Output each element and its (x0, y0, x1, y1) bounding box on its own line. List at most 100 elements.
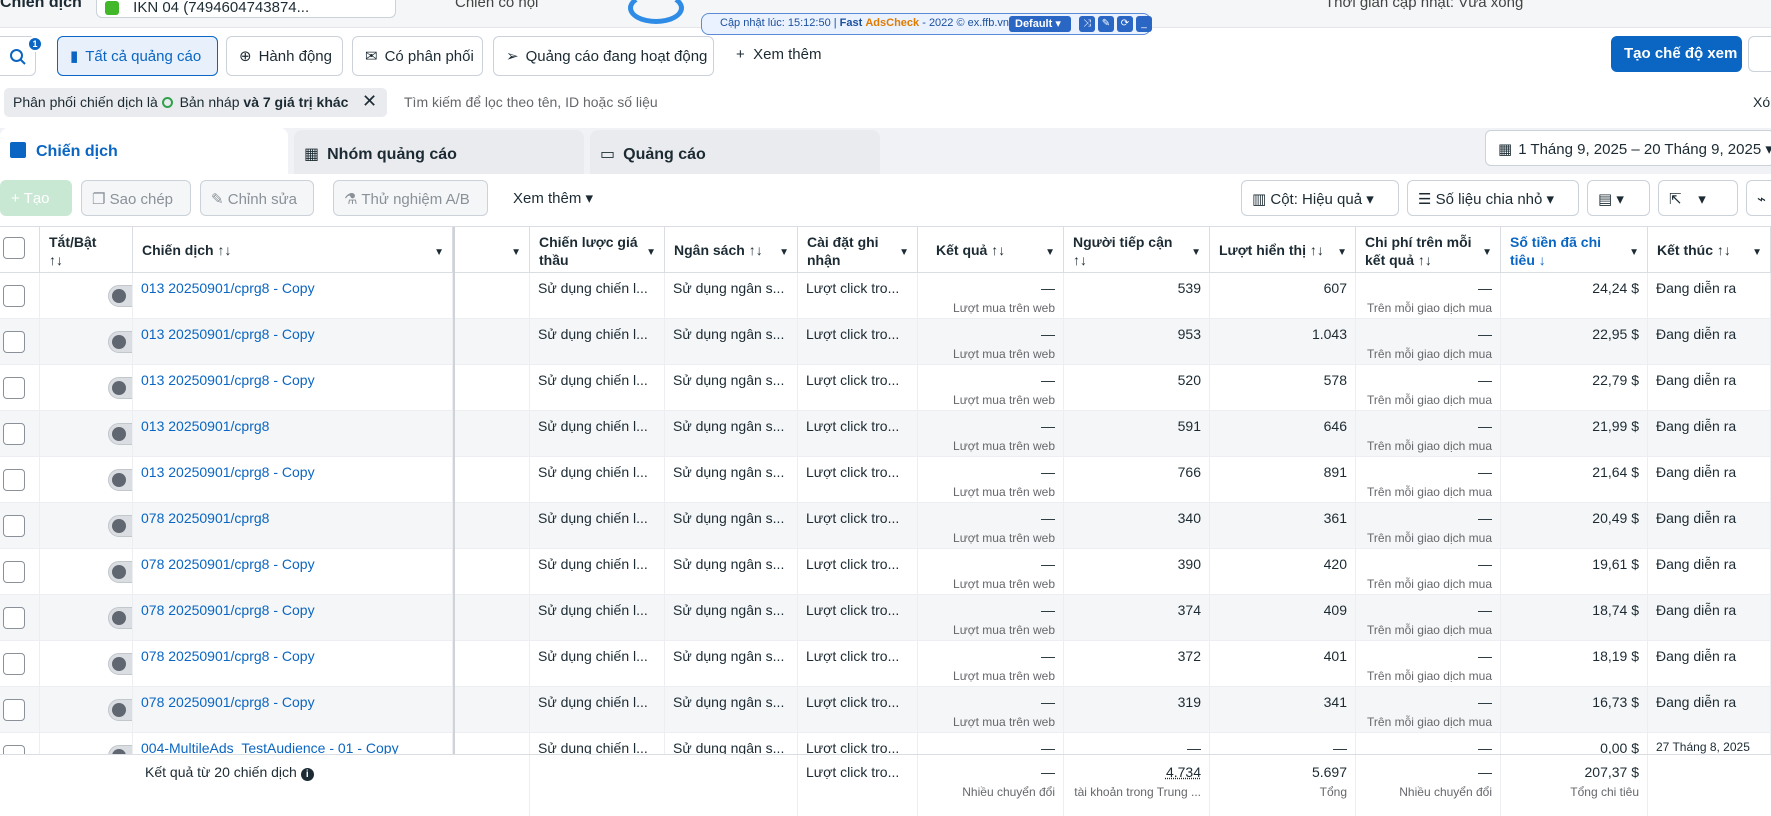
col-reach[interactable]: Người tiếp cận ↑↓ ▼ (1064, 227, 1210, 273)
impressions-cell: 1.043 (1210, 319, 1356, 365)
results-value: — (1041, 280, 1055, 296)
bid-cell: Sử dụng chiến l... (530, 365, 665, 411)
campaign-toggle[interactable] (108, 515, 132, 537)
campaign-toggle[interactable] (108, 285, 132, 307)
table-row[interactable]: 078 20250901/cprg8 - Copy Sử dụng chiến l… (0, 595, 1771, 641)
table-row[interactable]: 004-MultileAds_TestAudience - 01 - Copy S… (0, 733, 1771, 754)
tab-ads[interactable]: ▭ Quảng cáo (590, 130, 880, 174)
settings-sliders-icon[interactable] (1748, 36, 1771, 72)
campaign-name-link[interactable]: 078 20250901/cprg8 - Copy (141, 602, 315, 618)
export-button[interactable]: ⇱ ▾ (1658, 180, 1738, 216)
cpr-cell: — Trên mỗi giao dịch mua (1356, 595, 1501, 641)
col-ends[interactable]: Kết thúc ↑↓ ▼ (1648, 227, 1771, 273)
col-impressions[interactable]: Lượt hiển thị ↑↓ ▼ (1210, 227, 1356, 273)
duplicate-button[interactable]: ❐ Sao chép (81, 180, 191, 216)
campaign-toggle[interactable] (108, 699, 132, 721)
clear-filters-button[interactable]: Xó (1753, 94, 1770, 110)
col-results[interactable]: Kết quả ↑↓ ▼ (918, 227, 1064, 273)
campaign-name-link[interactable]: 013 20250901/cprg8 - Copy (141, 372, 315, 388)
flask-icon: ⚗ (344, 191, 358, 208)
row-checkbox[interactable] (3, 561, 25, 583)
campaign-toggle[interactable] (108, 745, 132, 754)
breadcrumb[interactable]: Chiến có hội (455, 0, 538, 11)
col-amount-spent[interactable]: Số tiền đã chi tiêu ↓ ▼ (1501, 227, 1648, 273)
campaign-name-link[interactable]: 013 20250901/cprg8 (141, 418, 269, 434)
campaign-toggle[interactable] (108, 469, 132, 491)
footer-attr: Lượt click tro... (798, 755, 918, 816)
campaign-name-link[interactable]: 013 20250901/cprg8 - Copy (141, 326, 315, 342)
row-checkbox[interactable] (3, 285, 25, 307)
tab-campaigns[interactable]: Chiến dịch (0, 128, 288, 174)
all-ads-button[interactable]: ▮ Tất cả quảng cáo (57, 36, 218, 76)
send-icon: ➢ (506, 48, 519, 65)
campaign-toggle[interactable] (108, 331, 132, 353)
create-view-button[interactable]: Tạo chế độ xem (1611, 36, 1742, 72)
breakdown-button[interactable]: ☰ Số liệu chia nhỏ ▾ (1407, 180, 1579, 216)
row-checkbox[interactable] (3, 515, 25, 537)
campaign-name-link[interactable]: 078 20250901/cprg8 - Copy (141, 648, 315, 664)
col-budget[interactable]: Ngân sách ↑↓ ▼ (665, 227, 798, 273)
campaign-name-link[interactable]: 013 20250901/cprg8 - Copy (141, 280, 315, 296)
columns-button[interactable]: ▥ Cột: Hiệu quả ▾ (1241, 180, 1399, 216)
footer-reach-value[interactable]: 4.734 (1166, 764, 1201, 780)
table-row[interactable]: 078 20250901/cprg8 - Copy Sử dụng chiến l… (0, 641, 1771, 687)
campaign-name-link[interactable]: 078 20250901/cprg8 - Copy (141, 556, 315, 572)
campaign-name-link[interactable]: 013 20250901/cprg8 - Copy (141, 464, 315, 480)
campaign-name-link[interactable]: 004-MultileAds_TestAudience - 01 - Copy (141, 740, 399, 754)
table-row[interactable]: 013 20250901/cprg8 - Copy Sử dụng chiến l… (0, 457, 1771, 503)
table-row[interactable]: 078 20250901/cprg8 - Copy Sử dụng chiến l… (0, 549, 1771, 595)
edit-icon[interactable]: ✎ (1098, 16, 1114, 32)
row-checkbox[interactable] (3, 331, 25, 353)
campaign-toggle[interactable] (108, 607, 132, 629)
row-checkbox[interactable] (3, 653, 25, 675)
campaign-toggle[interactable] (108, 561, 132, 583)
row-checkbox[interactable] (3, 699, 25, 721)
table-row[interactable]: 013 20250901/cprg8 Sử dụng chiến l... Sử d… (0, 411, 1771, 457)
close-icon[interactable]: ✕ (362, 91, 377, 112)
row-checkbox[interactable] (3, 377, 25, 399)
col-bid-strategy[interactable]: Chiến lược giá thầu ▼ (530, 227, 665, 273)
minimize-icon[interactable]: _ (1136, 16, 1152, 32)
campaign-toggle[interactable] (108, 653, 132, 675)
create-button[interactable]: + Tạo (0, 180, 72, 216)
see-more-button[interactable]: + Xem thêm (736, 46, 821, 63)
date-range-picker[interactable]: ▦ 1 Tháng 9, 2025 – 20 Tháng 9, 2025 ▾ (1485, 130, 1771, 166)
actions-button[interactable]: ⊕ Hành động (226, 36, 343, 76)
col-campaign[interactable]: Chiến dịch ↑↓ ▼ (133, 227, 453, 273)
campaign-name-link[interactable]: 078 20250901/cprg8 - Copy (141, 694, 315, 710)
campaign-name-link[interactable]: 078 20250901/cprg8 (141, 510, 269, 526)
table-row[interactable]: 013 20250901/cprg8 - Copy Sử dụng chiến l… (0, 273, 1771, 319)
frozen-column-divider[interactable] (453, 227, 455, 754)
table-row[interactable]: 013 20250901/cprg8 - Copy Sử dụng chiến l… (0, 319, 1771, 365)
chart-button[interactable]: ⌁ (1746, 180, 1771, 216)
search-button[interactable]: 1 (0, 36, 43, 76)
campaign-toggle[interactable] (108, 377, 132, 399)
more-actions-button[interactable]: Xem thêm ▾ (503, 180, 607, 216)
col-cost-per-result[interactable]: Chi phí trên mỗi kết quả ↑↓ ▼ (1356, 227, 1501, 273)
table-row[interactable]: 013 20250901/cprg8 - Copy Sử dụng chiến l… (0, 365, 1771, 411)
extension-profile-select[interactable]: Default ▾ (1009, 16, 1071, 32)
row-checkbox[interactable] (3, 607, 25, 629)
filter-search-input[interactable]: Tìm kiếm để lọc theo tên, ID hoặc số liệ… (404, 94, 658, 110)
delivered-button[interactable]: ✉ Có phân phối (352, 36, 483, 76)
reports-button[interactable]: ▤ ▾ (1587, 180, 1650, 216)
row-checkbox[interactable] (3, 745, 25, 754)
shuffle-icon[interactable]: ⤨ (1079, 16, 1095, 32)
account-selector[interactable]: IKN 04 (7494604743874... (96, 0, 396, 18)
row-checkbox[interactable] (3, 469, 25, 491)
col-hidden[interactable]: ▼ (455, 227, 530, 273)
col-toggle[interactable]: Tắt/Bật ↑↓ (40, 227, 133, 273)
active-ads-button[interactable]: ➢ Quảng cáo đang hoạt động (493, 36, 714, 76)
filter-chip[interactable]: Phân phối chiến dịch là Bản nháp và 7 gi… (4, 88, 387, 117)
refresh-icon[interactable]: ⟳ (1117, 16, 1133, 32)
col-attribution[interactable]: Cài đặt ghi nhận ▼ (798, 227, 918, 273)
row-checkbox[interactable] (3, 423, 25, 445)
ab-test-button[interactable]: ⚗ Thử nghiệm A/B (333, 180, 488, 216)
table-row[interactable]: 078 20250901/cprg8 - Copy Sử dụng chiến l… (0, 687, 1771, 733)
edit-button[interactable]: ✎ Chỉnh sửa (200, 180, 314, 216)
select-all-checkbox[interactable] (3, 237, 25, 259)
tab-adsets[interactable]: ▦ Nhóm quảng cáo (294, 130, 584, 174)
info-icon[interactable]: i (300, 768, 314, 781)
campaign-toggle[interactable] (108, 423, 132, 445)
table-row[interactable]: 078 20250901/cprg8 Sử dụng chiến l... Sử d… (0, 503, 1771, 549)
